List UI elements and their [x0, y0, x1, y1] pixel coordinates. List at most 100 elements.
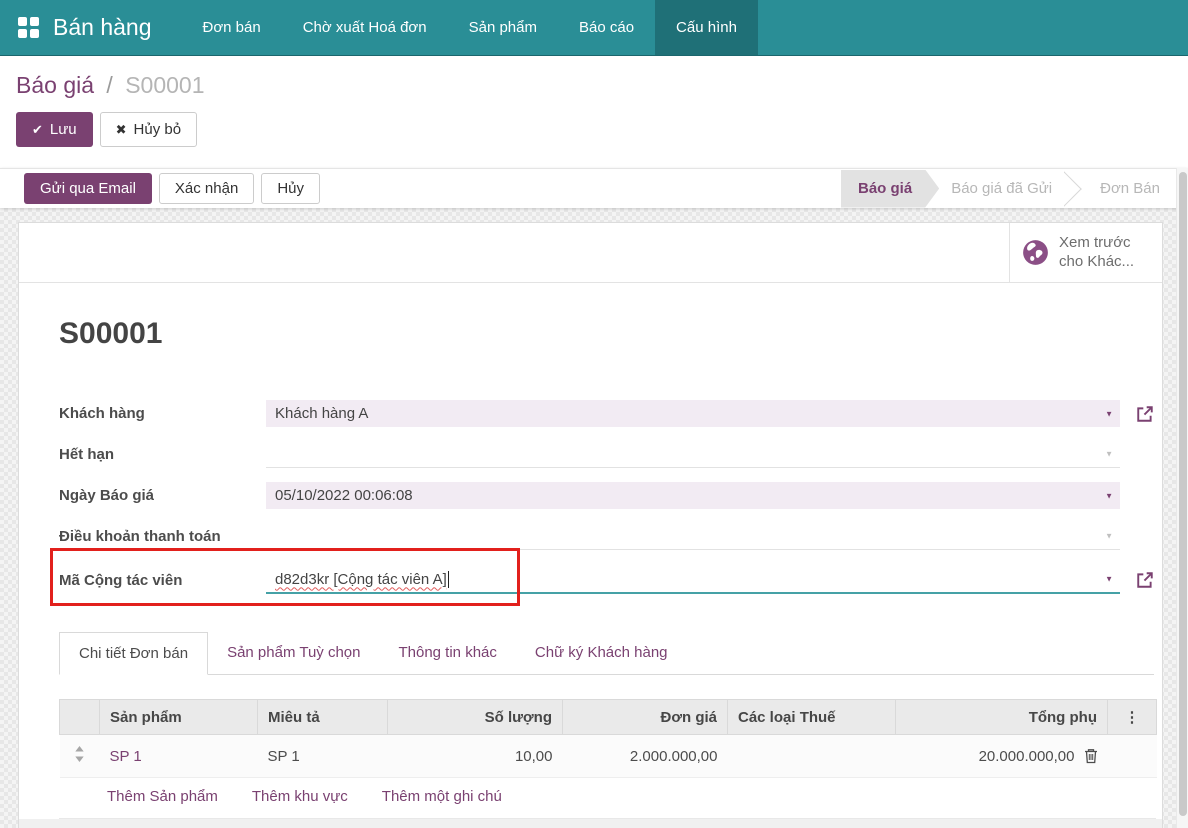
form-area: S00001 Khách hàng Khách hàng A ▼ Hết hạn — [19, 283, 1162, 819]
trash-icon — [1084, 748, 1098, 764]
customer-field[interactable]: Khách hàng A ▼ — [266, 400, 1120, 427]
column-header-description[interactable]: Miêu tả — [258, 700, 388, 735]
order-lines-table: Sản phẩm Miêu tả Số lượng Đơn giá Các lo… — [59, 699, 1157, 778]
step-sales-order[interactable]: Đơn Bán — [1088, 170, 1172, 208]
table-row[interactable]: SP 1 SP 1 10,00 2.000.000,00 20.000.000,… — [60, 735, 1157, 778]
add-product-link[interactable]: Thêm Sản phẩm — [107, 788, 218, 805]
customer-field-label: Khách hàng — [59, 405, 266, 422]
save-button-label: Lưu — [50, 121, 77, 138]
app-title[interactable]: Bán hàng — [53, 0, 181, 55]
drag-handle-icon — [74, 746, 85, 762]
field-row-quotation-date: Ngày Báo giá 05/10/2022 00:06:08 ▼ — [59, 475, 1154, 516]
customer-external-link-icon[interactable] — [1120, 405, 1154, 423]
table-footer-links: Thêm Sản phẩm Thêm khu vực Thêm một ghi … — [59, 778, 1156, 819]
field-row-expiration: Hết hạn ▼ — [59, 434, 1154, 475]
cell-row-options — [1108, 735, 1157, 778]
quotation-date-field-value: 05/10/2022 00:06:08 — [266, 487, 413, 504]
quotation-date-field[interactable]: 05/10/2022 00:06:08 ▼ — [266, 482, 1120, 509]
table-header-row: Sản phẩm Miêu tả Số lượng Đơn giá Các lo… — [60, 700, 1157, 735]
payment-terms-field[interactable]: ▼ — [266, 524, 1120, 550]
breadcrumb-current: S00001 — [125, 72, 204, 98]
scrollbar-thumb[interactable] — [1179, 172, 1187, 816]
sheet-header: Xem trước cho Khác... — [19, 223, 1162, 283]
tab-order-lines[interactable]: Chi tiết Đơn bán — [59, 632, 208, 675]
drag-handle[interactable] — [60, 735, 100, 778]
expiration-field[interactable]: ▼ — [266, 442, 1120, 468]
step-quotation-sent[interactable]: Báo giá đã Gửi — [939, 170, 1064, 208]
add-note-link[interactable]: Thêm một ghi chú — [382, 788, 502, 805]
cell-unit-price[interactable]: 2.000.000,00 — [563, 735, 728, 778]
main-menu: Đơn bán Chờ xuất Hoá đơn Sản phẩm Báo cá… — [181, 0, 757, 55]
confirm-button[interactable]: Xác nhận — [159, 173, 254, 204]
nav-item-san-pham[interactable]: Sản phẩm — [448, 0, 558, 55]
apps-grid-icon — [18, 17, 39, 38]
nav-item-bao-cao[interactable]: Báo cáo — [558, 0, 655, 55]
chevron-right-icon — [1064, 170, 1088, 208]
globe-icon — [1022, 239, 1049, 266]
column-header-subtotal[interactable]: Tổng phụ — [896, 700, 1108, 735]
column-header-quantity[interactable]: Số lượng — [388, 700, 563, 735]
statusbar: Gửi qua Email Xác nhận Hủy Báo giá Báo g… — [0, 168, 1188, 208]
cell-quantity[interactable]: 10,00 — [388, 735, 563, 778]
sheet-bottom-band — [19, 819, 1162, 828]
breadcrumb-separator: / — [106, 72, 112, 98]
caret-down-icon[interactable]: ▼ — [1105, 491, 1113, 500]
record-action-buttons: ✔ Lưu ✖ Hủy bỏ — [16, 112, 1172, 147]
form-sheet: Xem trước cho Khác... S00001 Khách hàng … — [18, 222, 1163, 828]
nav-item-cho-xuat-hoa-don[interactable]: Chờ xuất Hoá đơn — [282, 0, 448, 55]
notebook-tabs: Chi tiết Đơn bán Sản phẩm Tuỳ chọn Thông… — [59, 632, 1154, 675]
caret-down-icon[interactable]: ▼ — [1105, 409, 1113, 418]
discard-button-label: Hủy bỏ — [134, 121, 182, 138]
form-view-background: Xem trước cho Khác... S00001 Khách hàng … — [0, 208, 1188, 828]
caret-down-icon[interactable]: ▼ — [1105, 575, 1113, 584]
field-row-payment-terms: Điều khoản thanh toán ▼ — [59, 516, 1154, 557]
breadcrumb-parent-link[interactable]: Báo giá — [16, 72, 94, 98]
caret-down-icon[interactable]: ▼ — [1105, 532, 1113, 541]
tab-customer-signature[interactable]: Chữ ký Khách hàng — [516, 632, 687, 675]
cell-product[interactable]: SP 1 — [100, 735, 258, 778]
apps-menu-button[interactable] — [0, 0, 53, 55]
delete-row-button[interactable] — [1084, 748, 1098, 764]
field-row-collaborator-code: Mã Cộng tác viên d82d3kr [Cộng tác viên … — [59, 557, 1154, 603]
preview-button-label: Xem trước cho Khác... — [1059, 234, 1134, 272]
tab-other-info[interactable]: Thông tin khác — [379, 632, 515, 675]
collaborator-code-field[interactable]: d82d3kr [Cộng tác viên A] ▼ — [266, 567, 1120, 594]
check-icon: ✔ — [32, 122, 43, 138]
add-section-link[interactable]: Thêm khu vực — [252, 788, 348, 805]
quotation-date-field-label: Ngày Báo giá — [59, 487, 266, 504]
field-row-customer: Khách hàng Khách hàng A ▼ — [59, 393, 1154, 434]
customer-preview-button[interactable]: Xem trước cho Khác... — [1009, 223, 1162, 282]
collaborator-code-field-value: d82d3kr [Cộng tác viên A] — [266, 571, 447, 588]
cell-description[interactable]: SP 1 — [258, 735, 388, 778]
vertical-scrollbar[interactable] — [1176, 168, 1188, 828]
discard-button[interactable]: ✖ Hủy bỏ — [100, 112, 197, 147]
cell-taxes[interactable] — [728, 735, 896, 778]
breadcrumb: Báo giá / S00001 — [16, 72, 1172, 99]
tab-optional-products[interactable]: Sản phẩm Tuỳ chọn — [208, 632, 379, 675]
nav-item-don-ban[interactable]: Đơn bán — [181, 0, 281, 55]
cell-subtotal-value: 20.000.000,00 — [979, 748, 1075, 765]
collaborator-code-field-label: Mã Cộng tác viên — [59, 572, 266, 589]
control-panel: Báo giá / S00001 ✔ Lưu ✖ Hủy bỏ — [0, 56, 1188, 168]
nav-item-cau-hinh[interactable]: Cấu hình — [655, 0, 758, 55]
handle-column-header — [60, 700, 100, 735]
caret-down-icon[interactable]: ▼ — [1105, 450, 1113, 459]
statusbar-buttons: Gửi qua Email Xác nhận Hủy — [24, 173, 320, 204]
step-quotation[interactable]: Báo giá — [841, 170, 939, 208]
column-header-unit-price[interactable]: Đơn giá — [563, 700, 728, 735]
customer-field-value: Khách hàng A — [266, 405, 368, 422]
text-cursor — [448, 571, 450, 588]
top-navbar: Bán hàng Đơn bán Chờ xuất Hoá đơn Sản ph… — [0, 0, 1188, 56]
column-header-product[interactable]: Sản phẩm — [100, 700, 258, 735]
close-icon: ✖ — [116, 122, 127, 138]
expiration-field-label: Hết hạn — [59, 446, 266, 463]
statusbar-steps: Báo giá Báo giá đã Gửi Đơn Bán — [841, 170, 1172, 208]
column-header-taxes[interactable]: Các loại Thuế — [728, 700, 896, 735]
send-by-email-button[interactable]: Gửi qua Email — [24, 173, 152, 204]
optional-columns-kebab-icon[interactable]: ⋮ — [1108, 700, 1157, 735]
collaborator-external-link-icon[interactable] — [1120, 571, 1154, 589]
cell-subtotal[interactable]: 20.000.000,00 — [896, 735, 1108, 778]
cancel-button[interactable]: Hủy — [261, 173, 320, 204]
save-button[interactable]: ✔ Lưu — [16, 112, 93, 147]
document-title: S00001 — [59, 317, 1154, 351]
